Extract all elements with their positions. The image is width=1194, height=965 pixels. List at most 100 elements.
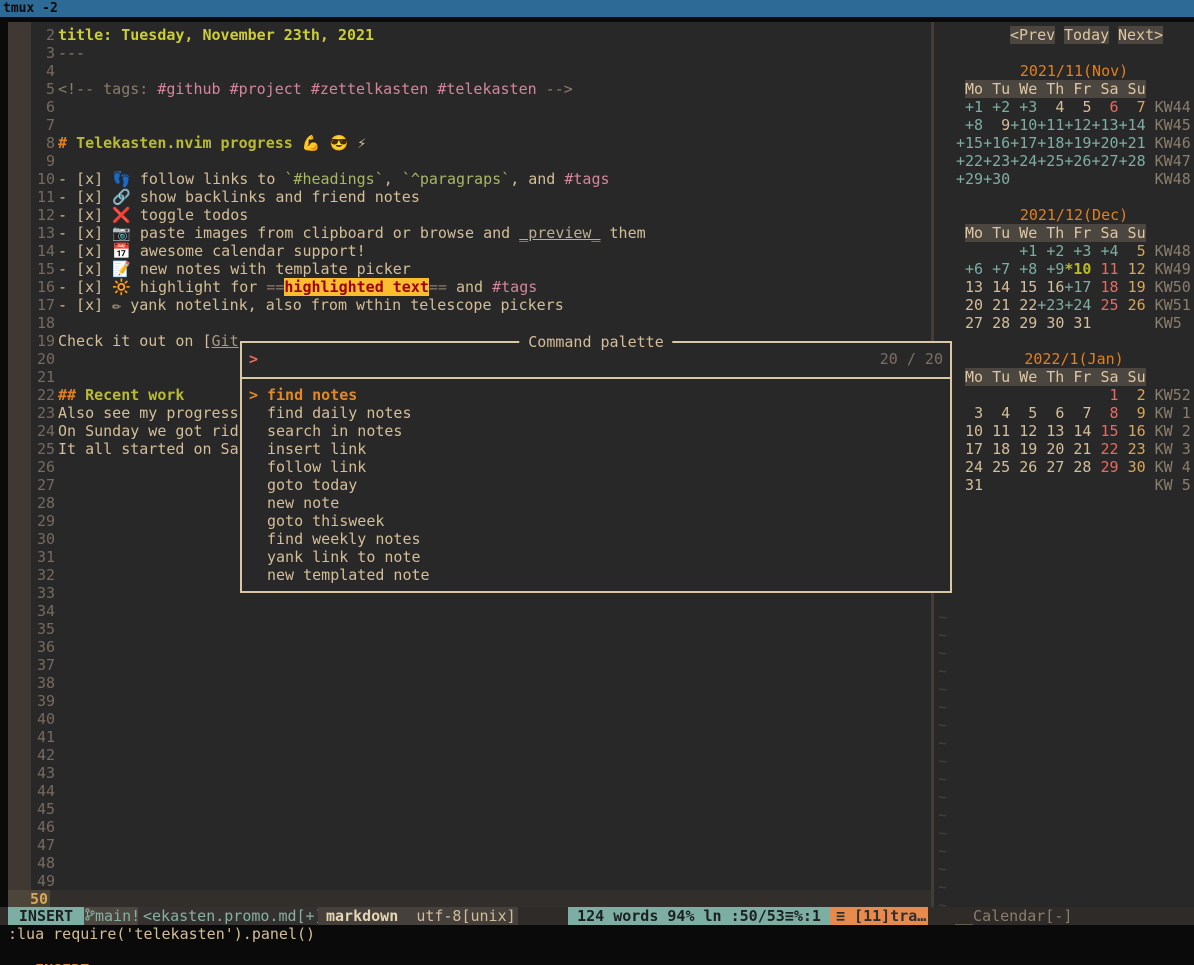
buffer-line[interactable]: 34 — [8, 602, 931, 620]
calendar-day[interactable]: 21 — [1064, 440, 1091, 458]
buffer-line[interactable]: 38 — [8, 674, 931, 692]
command-line[interactable]: :lua require('telekasten').panel() — [8, 925, 315, 943]
calendar-day[interactable]: +19 — [1064, 134, 1091, 152]
buffer-line[interactable]: 16- [x] 🔆 highlight for ==highlighted te… — [8, 278, 931, 296]
buffer-line[interactable]: 3--- — [8, 44, 931, 62]
calendar-day[interactable]: +29 — [956, 170, 983, 188]
calendar-day[interactable]: +1 — [1010, 242, 1037, 260]
buffer-line[interactable]: 4 — [8, 62, 931, 80]
calendar-day[interactable]: 11 — [1091, 260, 1118, 278]
calendar-day[interactable]: 13 — [956, 278, 983, 296]
buffer-line[interactable]: 10- [x] 👣 follow links to `#headings`, `… — [8, 170, 931, 188]
calendar-day[interactable]: 15 — [1010, 278, 1037, 296]
calendar-day[interactable]: 18 — [983, 440, 1010, 458]
calendar-day[interactable]: 29 — [1091, 458, 1118, 476]
calendar-day[interactable]: 22 — [1010, 296, 1037, 314]
calendar-day[interactable]: 22 — [1091, 440, 1118, 458]
calendar-day[interactable]: 28 — [983, 314, 1010, 332]
calendar-day[interactable]: 4 — [1037, 98, 1064, 116]
calendar-day[interactable]: +9 — [1037, 260, 1064, 278]
palette-item-find-notes[interactable]: find notes — [267, 386, 357, 404]
calendar-day[interactable]: 25 — [983, 458, 1010, 476]
buffer-line[interactable]: 43 — [8, 764, 931, 782]
calendar-day[interactable]: 7 — [1064, 404, 1091, 422]
buffer-line[interactable]: 36 — [8, 638, 931, 656]
calendar-day[interactable]: +26 — [1064, 152, 1091, 170]
palette-item-goto-today[interactable]: goto today — [267, 476, 357, 494]
buffer-line[interactable]: 14- [x] 📅 awesome calendar support! — [8, 242, 931, 260]
buffer-line[interactable]: 12- [x] ❌ toggle todos — [8, 206, 931, 224]
calendar-day[interactable]: 26 — [1010, 458, 1037, 476]
calendar-day[interactable]: +2 — [983, 98, 1010, 116]
buffer-line[interactable]: 48 — [8, 854, 931, 872]
calendar-day[interactable]: 4 — [983, 404, 1010, 422]
calendar-day[interactable]: 23 — [1119, 440, 1146, 458]
calendar-day[interactable]: +8 — [1010, 260, 1037, 278]
calendar-day[interactable]: 31 — [1064, 314, 1091, 332]
calendar-day[interactable]: 6 — [1037, 404, 1064, 422]
calendar-day[interactable]: +23 — [1037, 296, 1064, 314]
command-palette[interactable]: Command palette > 20 / 20 >find notesfin… — [240, 341, 952, 593]
calendar-day[interactable]: 14 — [983, 278, 1010, 296]
palette-item-yank-link-to-note[interactable]: yank link to note — [267, 548, 421, 566]
calendar-day[interactable]: 2 — [1119, 386, 1146, 404]
calendar-day[interactable]: +20 — [1091, 134, 1118, 152]
calendar-day[interactable]: 27 — [956, 314, 983, 332]
calendar-day[interactable]: 21 — [983, 296, 1010, 314]
buffer-line[interactable]: 18 — [8, 314, 931, 332]
buffer-line[interactable]: 47 — [8, 836, 931, 854]
palette-item-find-daily-notes[interactable]: find daily notes — [267, 404, 412, 422]
calendar-day[interactable]: +23 — [983, 152, 1010, 170]
calendar-day[interactable]: +17 — [1064, 278, 1091, 296]
calendar-day[interactable]: 7 — [1119, 98, 1146, 116]
palette-item-new-note[interactable]: new note — [267, 494, 339, 512]
calendar-day[interactable]: 10 — [956, 422, 983, 440]
calendar-day[interactable]: 30 — [1037, 314, 1064, 332]
calendar-day[interactable]: 16 — [1119, 422, 1146, 440]
calendar-day[interactable]: +7 — [983, 260, 1010, 278]
buffer-line[interactable]: 39 — [8, 692, 931, 710]
calendar-day[interactable]: 27 — [1037, 458, 1064, 476]
calendar-day[interactable]: 13 — [1037, 422, 1064, 440]
buffer-line[interactable]: 17- [x] ✏ yank notelink, also from wthin… — [8, 296, 931, 314]
buffer-line[interactable]: 46 — [8, 818, 931, 836]
buffer-tab-segment[interactable]: ≡ [11]tra… — [830, 907, 928, 925]
calendar-day[interactable]: +28 — [1119, 152, 1146, 170]
calendar-day[interactable]: 1 — [1091, 386, 1118, 404]
calendar-day[interactable]: +14 — [1119, 116, 1146, 134]
calendar-day[interactable]: +21 — [1119, 134, 1146, 152]
calendar-day[interactable]: 30 — [1119, 458, 1146, 476]
palette-item-insert-link[interactable]: insert link — [267, 440, 366, 458]
calendar-day[interactable]: 14 — [1064, 422, 1091, 440]
calendar-day[interactable]: 24 — [956, 458, 983, 476]
calendar-day[interactable]: 31 — [956, 476, 983, 494]
calendar-nav-today[interactable]: Today — [1064, 26, 1109, 44]
buffer-line[interactable]: 13- [x] 📷 paste images from clipboard or… — [8, 224, 931, 242]
buffer-line[interactable]: 2title: Tuesday, November 23th, 2021 — [8, 26, 931, 44]
calendar-day[interactable]: +27 — [1091, 152, 1118, 170]
calendar-day[interactable]: 20 — [1037, 440, 1064, 458]
buffer-line[interactable]: 11- [x] 🔗 show backlinks and friend note… — [8, 188, 931, 206]
calendar-day[interactable]: +1 — [956, 98, 983, 116]
calendar-day[interactable]: +17 — [1010, 134, 1037, 152]
palette-item-find-weekly-notes[interactable]: find weekly notes — [267, 530, 421, 548]
buffer-line[interactable]: 15- [x] 📝 new notes with template picker — [8, 260, 931, 278]
calendar-day[interactable]: 8 — [1091, 404, 1118, 422]
calendar-day[interactable]: 5 — [1010, 404, 1037, 422]
buffer-line[interactable]: 42 — [8, 746, 931, 764]
calendar-day[interactable]: +22 — [956, 152, 983, 170]
palette-item-goto-thisweek[interactable]: goto thisweek — [267, 512, 384, 530]
buffer-line[interactable]: 6 — [8, 98, 931, 116]
calendar-day[interactable]: 25 — [1091, 296, 1118, 314]
calendar-day[interactable]: 19 — [1119, 278, 1146, 296]
calendar-day[interactable]: +18 — [1037, 134, 1064, 152]
calendar-day[interactable]: +10 — [1010, 116, 1037, 134]
calendar-day[interactable]: +3 — [1010, 98, 1037, 116]
calendar-day[interactable]: +6 — [956, 260, 983, 278]
calendar-day[interactable]: 29 — [1010, 314, 1037, 332]
calendar-day[interactable]: 6 — [1091, 98, 1118, 116]
calendar-day[interactable]: +11 — [1037, 116, 1064, 134]
calendar-day[interactable]: 19 — [1010, 440, 1037, 458]
calendar-day[interactable]: 17 — [956, 440, 983, 458]
calendar-day[interactable]: +13 — [1091, 116, 1118, 134]
